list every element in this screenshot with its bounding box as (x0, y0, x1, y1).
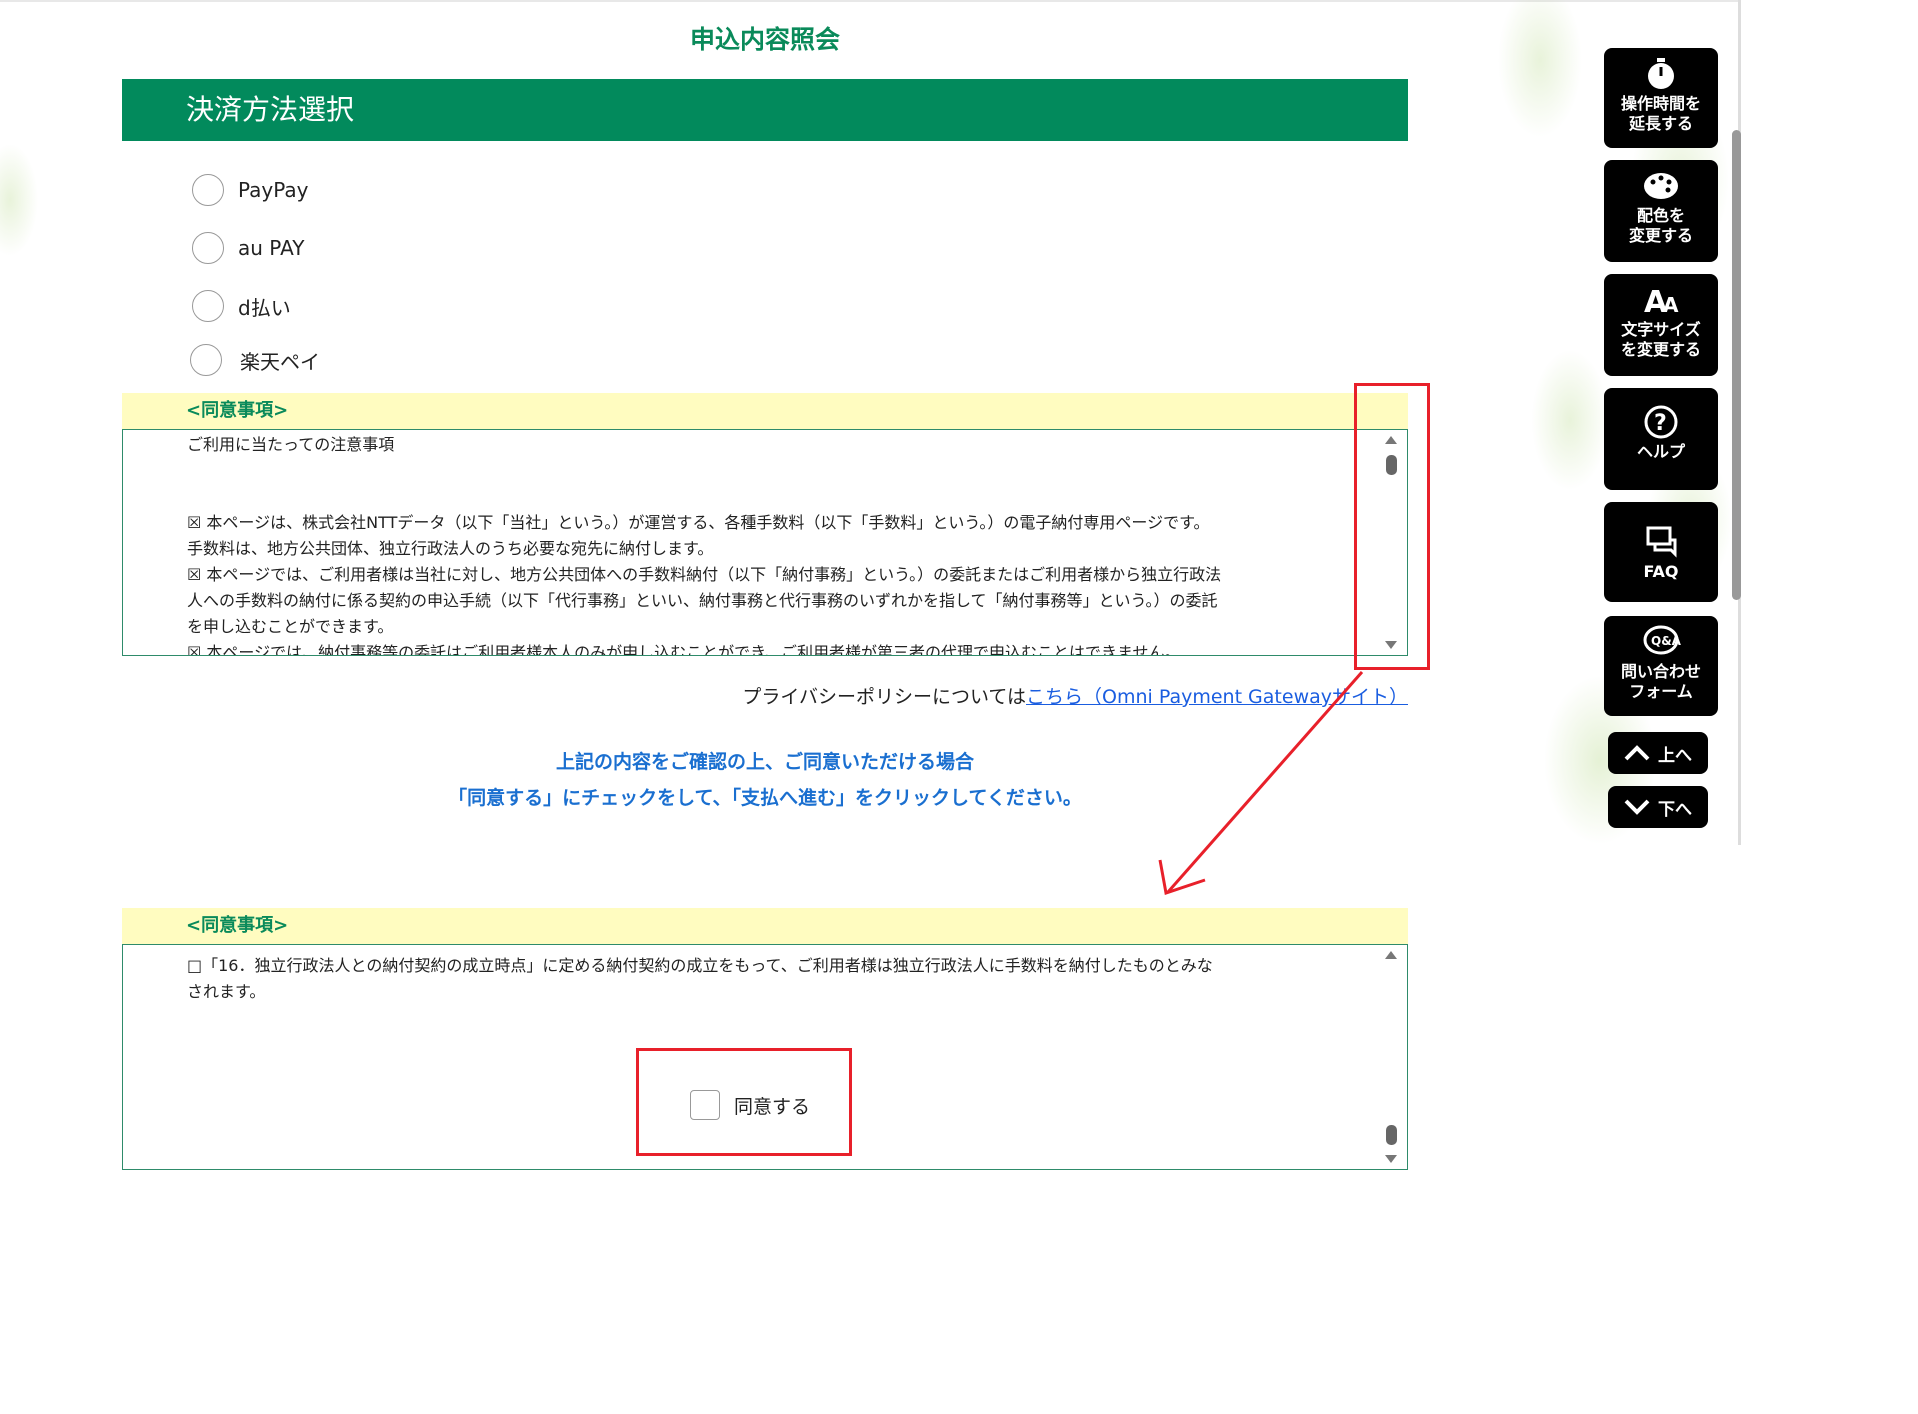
font-size-button[interactable]: A A 文字サイズ を変更する (1604, 274, 1718, 376)
payment-option-paypay[interactable]: PayPay (192, 174, 309, 206)
payment-option-dbarai[interactable]: d払い (192, 290, 291, 322)
scroll-up-button[interactable]: 上へ (1608, 732, 1708, 774)
radio-dbarai[interactable] (192, 290, 224, 322)
agreement-banner-top: <同意事項> (122, 393, 1408, 429)
faq-label: FAQ (1643, 562, 1679, 581)
radio-paypay[interactable] (192, 174, 224, 206)
qa-icon: Q&A (1643, 625, 1681, 655)
terms-line: 人への手数料の納付に係る契約の申込手続（以下「代行事務」といい、納付事務と代行事… (187, 591, 1218, 610)
radio-rakutenpay[interactable] (190, 344, 222, 376)
privacy-link[interactable]: こちら（Omni Payment Gatewayサイト） (1026, 686, 1408, 708)
svg-text:A: A (1663, 293, 1679, 317)
faq-button[interactable]: FAQ (1604, 502, 1718, 602)
contact-label-1: 問い合わせ (1620, 662, 1701, 681)
scroll-up-label: 上へ (1658, 745, 1692, 766)
payment-option-aupay[interactable]: au PAY (192, 232, 304, 264)
radio-label-aupay: au PAY (238, 236, 305, 260)
palette-icon (1644, 173, 1678, 199)
radio-label-dbarai: d払い (238, 295, 291, 320)
terms-heading: ご利用に当たっての注意事項 (187, 435, 395, 454)
terms-line: ☒ 本ページは、株式会社NTTデータ（以下「当社」という。）が運営する、各種手数… (187, 513, 1210, 532)
chevron-up-icon (1624, 745, 1650, 761)
notice-line-2: 「同意する」にチェックをして、「支払へ進む」をクリックしてください。 (448, 787, 1082, 809)
page-title: 申込内容照会 (689, 25, 840, 54)
scroll-up-arrow[interactable] (1385, 951, 1397, 959)
terms-line: 手数料は、地方公共団体、独立行政法人のうち必要な宛先に納付します。 (187, 539, 714, 558)
privacy-prefix: プライバシーポリシーについては (742, 686, 1027, 708)
agreement-banner-bottom: <同意事項> (122, 908, 1408, 944)
notice-line-1: 上記の内容をご確認の上、ご同意いただける場合 (555, 751, 974, 773)
section-header-payment-method: 決済方法選択 (122, 79, 1408, 141)
change-color-label-1: 配色を (1636, 206, 1685, 225)
scroll-down-label: 下へ (1658, 799, 1692, 820)
terms-text-top: ご利用に当たっての注意事項 ☒ 本ページは、株式会社NTTデータ（以下「当社」と… (187, 432, 1327, 656)
scroll-thumb[interactable] (1386, 1125, 1397, 1145)
payment-option-rakutenpay[interactable]: 楽天ペイ (190, 344, 320, 376)
annotation-box-agree (636, 1048, 852, 1156)
terms-scroll-box-top[interactable]: ご利用に当たっての注意事項 ☒ 本ページは、株式会社NTTデータ（以下「当社」と… (122, 429, 1408, 656)
svg-text:?: ? (1654, 411, 1667, 436)
terms-line: を申し込むことができます。 (187, 617, 394, 636)
font-size-label-2: を変更する (1620, 340, 1701, 359)
faq-chat-icon (1646, 526, 1677, 558)
leaf-background-left (0, 120, 60, 270)
terms-line: ☒ 本ページでは、ご利用者様は当社に対し、地方公共団体への手数料納付（以下「納付… (187, 565, 1222, 584)
privacy-policy-line: プライバシーポリシーについてはこちら（Omni Payment Gatewayサ… (742, 682, 1408, 709)
annotation-box-scrollbar (1354, 383, 1430, 670)
change-color-label-2: 変更する (1628, 226, 1693, 245)
terms-line: されます。 (187, 982, 266, 1001)
scroll-down-button[interactable]: 下へ (1608, 786, 1708, 828)
terms-line: □「16．独立行政法人との納付契約の成立時点」に定める納付契約の成立をもって、ご… (187, 956, 1213, 975)
scroll-down-arrow[interactable] (1385, 1155, 1397, 1163)
font-size-label-1: 文字サイズ (1621, 320, 1701, 339)
top-divider (0, 0, 1740, 2)
radio-label-paypay: PayPay (238, 178, 309, 202)
help-icon: ? (1644, 405, 1678, 439)
page-scrollbar-thumb[interactable] (1732, 130, 1741, 600)
contact-label-2: フォーム (1629, 682, 1693, 701)
terms-line: ☒ 本ページでは、納付事務等の委託はご利用者様本人のみが申し込むことができ、ご利… (187, 643, 1181, 656)
change-color-button[interactable]: 配色を 変更する (1604, 160, 1718, 262)
help-button[interactable]: ? ヘルプ (1604, 388, 1718, 490)
svg-text:Q&A: Q&A (1651, 634, 1681, 648)
chevron-down-icon (1624, 799, 1650, 815)
terms-text-bottom: □「16．独立行政法人との納付契約の成立時点」に定める納付契約の成立をもって、ご… (187, 953, 1327, 1005)
help-label: ヘルプ (1636, 442, 1685, 461)
extend-time-label-2: 延長する (1628, 114, 1693, 133)
radio-label-rakutenpay: 楽天ペイ (240, 349, 320, 374)
extend-time-button[interactable]: 操作時間を 延長する (1604, 48, 1718, 148)
contact-form-button[interactable]: Q&A 問い合わせ フォーム (1604, 616, 1718, 716)
stopwatch-icon (1648, 58, 1674, 89)
extend-time-label-1: 操作時間を (1620, 94, 1701, 113)
text-size-icon: A A (1644, 285, 1679, 318)
radio-aupay[interactable] (192, 232, 224, 264)
